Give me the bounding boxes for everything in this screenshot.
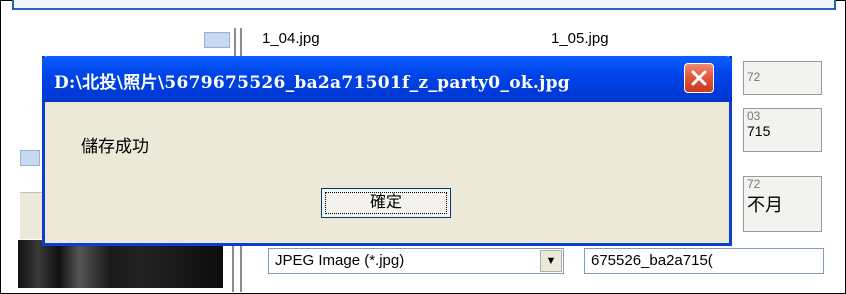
thumbnail-2-line2: 715 (747, 123, 771, 139)
thumbnail-3-line2: 不月 (747, 195, 783, 215)
focus-ring (325, 192, 447, 214)
save-type-value: JPEG Image (*.jpg) (275, 252, 405, 269)
top-window-edge (12, 0, 836, 10)
dialog-message: 儲存成功 (81, 137, 149, 156)
chevron-down-icon[interactable]: ▼ (540, 250, 562, 272)
thumbnail-1: 72 (743, 61, 822, 95)
thumbnail-1-text: 72 (747, 70, 761, 84)
dialog-titlebar[interactable]: D:\北投\照片\5679675526_ba2a71501f_z_party0_… (42, 56, 732, 102)
file-name-field[interactable]: 675526_ba2a715( (584, 248, 824, 274)
dialog-title: D:\北投\照片\5679675526_ba2a71501f_z_party0_… (54, 73, 570, 93)
file-icon (204, 32, 230, 48)
photo-preview (18, 240, 223, 288)
thumbnail-3-line1: 72 (747, 177, 761, 191)
file-item-1[interactable]: 1_04.jpg (262, 30, 320, 47)
message-dialog: D:\北投\照片\5679675526_ba2a71501f_z_party0_… (42, 56, 732, 246)
file-item-2[interactable]: 1_05.jpg (551, 30, 609, 47)
save-type-select[interactable]: JPEG Image (*.jpg) ▼ (268, 248, 564, 274)
close-x-icon (691, 70, 707, 86)
panel-icon (20, 150, 40, 166)
thumbnail-3: 72 不月 (743, 176, 822, 232)
thumbnail-2: 03 715 (743, 108, 822, 152)
thumbnail-2-line1: 03 (747, 109, 761, 123)
close-button[interactable] (684, 63, 714, 93)
ok-button[interactable]: 確定 (321, 188, 451, 218)
